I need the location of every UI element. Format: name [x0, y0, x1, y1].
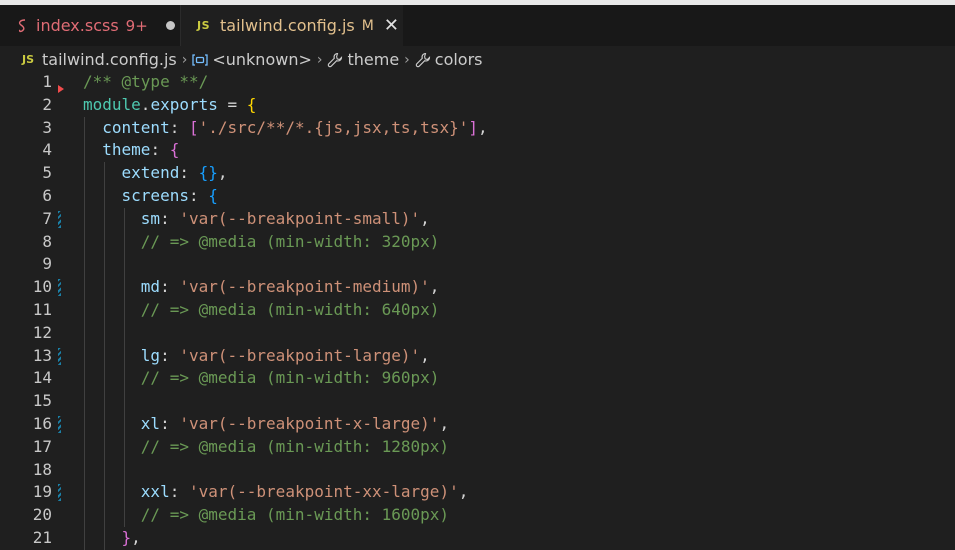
- line-number: 5: [42, 163, 52, 183]
- code-text: xxl: 'var(--breakpoint-xx-large)',: [140, 482, 469, 502]
- line-number: 4: [42, 140, 52, 160]
- code-line[interactable]: 14 // => @media (min-width: 960px): [0, 367, 955, 390]
- code-text: // => @media (min-width: 1600px): [140, 505, 450, 525]
- code-text: content: ['./src/**/*.{js,jsx,ts,tsx}'],: [102, 117, 488, 137]
- line-number: 2: [42, 94, 52, 114]
- code-line[interactable]: 13 lg: 'var(--breakpoint-large)',: [0, 345, 955, 368]
- breadcrumb: JS tailwind.config.js › <unknown> › them…: [0, 46, 955, 73]
- code-line[interactable]: 6 screens: {: [0, 185, 955, 208]
- code-line[interactable]: 5 extend: {},: [0, 162, 955, 185]
- tab-label: index.scss: [36, 16, 119, 35]
- scss-file-icon: [16, 18, 30, 33]
- code-text: /** @type **/: [83, 72, 209, 91]
- wrench-icon: [327, 52, 343, 68]
- code-line[interactable]: 10 md: 'var(--breakpoint-medium)',: [0, 276, 955, 299]
- code-line[interactable]: 7 sm: 'var(--breakpoint-small)',: [0, 208, 955, 231]
- line-number: 10: [32, 277, 52, 297]
- line-number: 3: [42, 117, 52, 137]
- modified-line-indicator[interactable]: [58, 210, 61, 228]
- code-line[interactable]: 18: [0, 459, 955, 482]
- variable-symbol-icon: [192, 53, 208, 67]
- line-number: 8: [42, 231, 52, 251]
- line-number: 15: [32, 391, 52, 411]
- modified-line-indicator[interactable]: [58, 484, 61, 502]
- code-text: // => @media (min-width: 640px): [140, 300, 440, 319]
- modified-line-indicator[interactable]: [58, 279, 61, 297]
- code-line[interactable]: 11 // => @media (min-width: 640px): [0, 299, 955, 322]
- breadcrumb-item-colors[interactable]: colors: [435, 50, 483, 69]
- line-number: 19: [32, 482, 52, 502]
- line-number: 14: [32, 368, 52, 388]
- modified-line-indicator[interactable]: [58, 347, 61, 365]
- code-text: module.exports = {: [83, 94, 257, 114]
- code-line[interactable]: 2 module.exports = {: [0, 94, 955, 117]
- code-line[interactable]: 17 // => @media (min-width: 1280px): [0, 436, 955, 459]
- tab-bar-empty-space: [403, 5, 955, 46]
- line-number: 13: [32, 345, 52, 365]
- code-text: // => @media (min-width: 320px): [140, 231, 440, 251]
- modified-line-indicator[interactable]: [58, 416, 61, 433]
- breadcrumb-file[interactable]: tailwind.config.js: [42, 50, 177, 69]
- tab-label: tailwind.config.js: [220, 16, 355, 35]
- code-editor[interactable]: 1 /** @type **/ 2 module.exports = { 3 conte…: [0, 71, 955, 550]
- line-number: 12: [32, 322, 52, 342]
- code-line[interactable]: 8 // => @media (min-width: 320px): [0, 231, 955, 254]
- line-number: 20: [32, 505, 52, 525]
- indent-guide: [124, 207, 126, 527]
- code-line[interactable]: 16 xl: 'var(--breakpoint-x-large)',: [0, 413, 955, 436]
- line-number: 7: [42, 208, 52, 228]
- code-line[interactable]: 1 /** @type **/: [0, 71, 955, 94]
- close-icon[interactable]: ✕: [384, 16, 399, 35]
- code-line[interactable]: 19 xxl: 'var(--breakpoint-xx-large)',: [0, 481, 955, 504]
- breadcrumb-item-unknown[interactable]: <unknown>: [212, 50, 312, 69]
- line-number: 6: [42, 186, 52, 205]
- code-line[interactable]: 9: [0, 253, 955, 276]
- code-text: xl: 'var(--breakpoint-x-large)',: [140, 414, 450, 433]
- line-number: 16: [32, 414, 52, 433]
- editor-tab-bar: index.scss 9+ JS tailwind.config.js M ✕: [0, 5, 955, 46]
- tab-tailwind-config-js[interactable]: JS tailwind.config.js M ✕: [181, 5, 403, 46]
- wrench-icon: [415, 52, 431, 68]
- code-text: theme: {: [102, 140, 180, 160]
- code-text: },: [121, 528, 141, 547]
- deleted-line-indicator[interactable]: [58, 85, 64, 93]
- code-text: // => @media (min-width: 1280px): [140, 436, 450, 456]
- indent-guide: [104, 162, 106, 550]
- code-text: // => @media (min-width: 960px): [140, 368, 440, 388]
- line-number: 18: [32, 459, 52, 479]
- code-line[interactable]: 4 theme: {: [0, 139, 955, 162]
- code-line[interactable]: 12: [0, 322, 955, 345]
- code-text: md: 'var(--breakpoint-medium)',: [140, 277, 440, 297]
- code-text: lg: 'var(--breakpoint-large)',: [140, 345, 430, 365]
- code-text: sm: 'var(--breakpoint-small)',: [140, 208, 430, 228]
- line-number: 1: [42, 72, 52, 91]
- tab-index-scss[interactable]: index.scss 9+: [0, 5, 181, 46]
- chevron-right-icon: ›: [181, 51, 188, 68]
- code-line[interactable]: 21 },: [0, 527, 955, 550]
- js-file-icon: JS: [197, 19, 211, 32]
- line-number: 17: [32, 436, 52, 456]
- line-number: 9: [42, 254, 52, 274]
- code-line[interactable]: 3 content: ['./src/**/*.{js,jsx,ts,tsx}'…: [0, 117, 955, 140]
- chevron-right-icon: ›: [404, 51, 410, 68]
- line-number: 21: [32, 528, 52, 547]
- breadcrumb-item-theme[interactable]: theme: [347, 50, 399, 69]
- problems-count-badge: 9+: [125, 16, 148, 35]
- js-file-icon: JS: [22, 53, 35, 66]
- code-line[interactable]: 15: [0, 390, 955, 413]
- indent-guide: [84, 116, 85, 550]
- chevron-right-icon: ›: [316, 51, 323, 68]
- modified-badge: M: [361, 17, 374, 34]
- code-line[interactable]: 20 // => @media (min-width: 1600px): [0, 504, 955, 527]
- unsaved-dot-icon[interactable]: [165, 21, 175, 30]
- line-number: 11: [32, 300, 52, 319]
